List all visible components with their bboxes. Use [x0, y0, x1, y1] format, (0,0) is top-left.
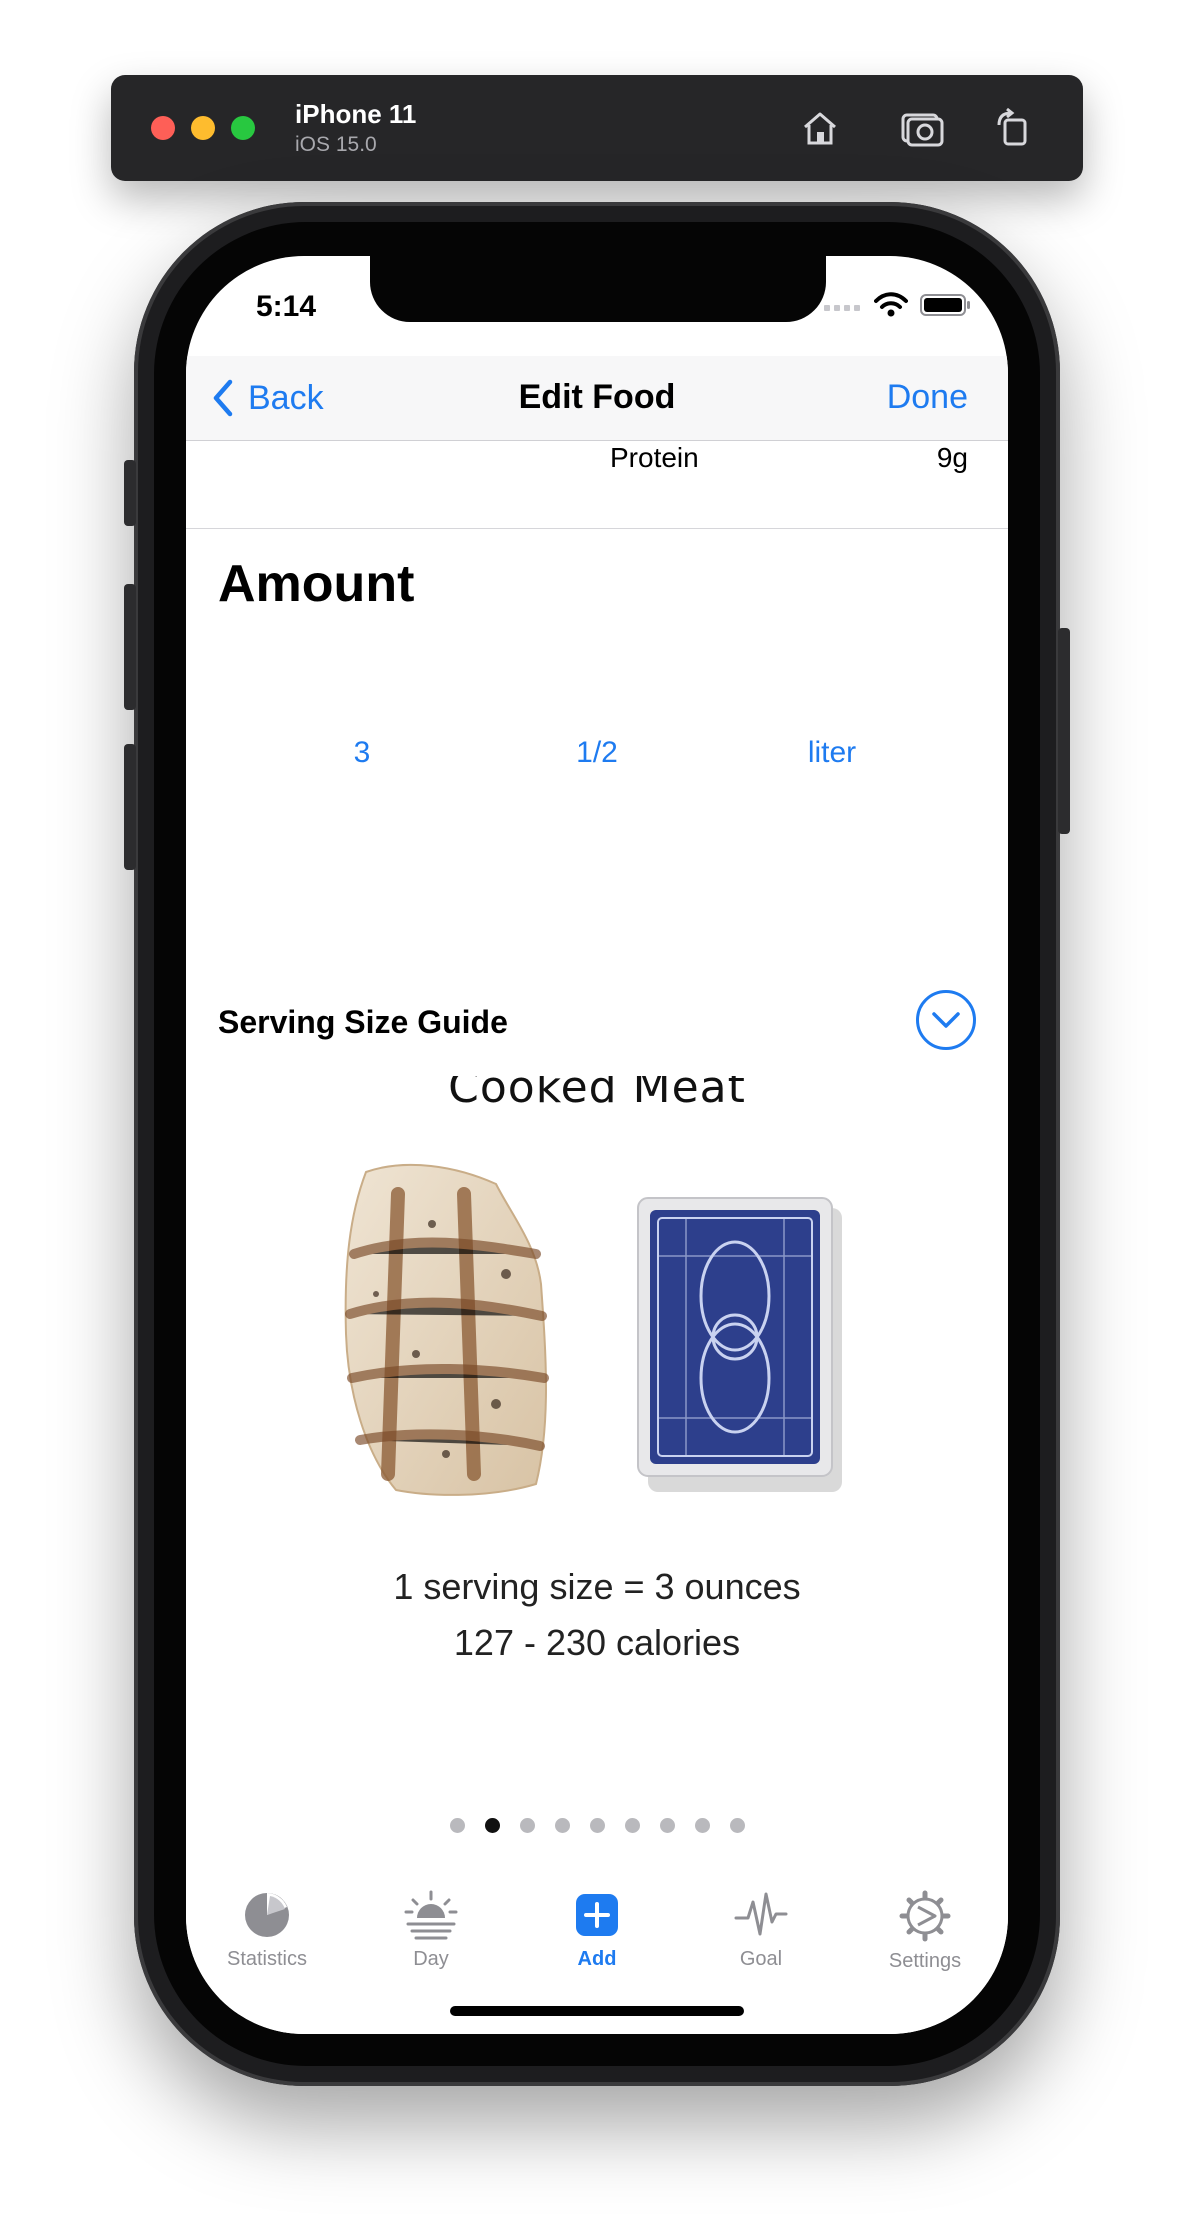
- plus-square-icon: [576, 1894, 618, 1936]
- tab-label: Settings: [888, 1950, 962, 1972]
- chevron-down-icon: [932, 1012, 960, 1028]
- home-icon: [804, 112, 836, 145]
- gear-icon: [899, 1890, 951, 1942]
- status-time: 5:14: [256, 290, 317, 323]
- serving-size-text: 1 serving size = 3 ounces: [393, 1566, 801, 1607]
- volume-up-button: [124, 584, 136, 710]
- volume-down-button: [124, 744, 136, 870]
- serving-guide-toggle[interactable]: [916, 990, 976, 1050]
- page-dot[interactable]: [449, 1818, 465, 1833]
- page-control[interactable]: [186, 1818, 1008, 1833]
- home-button[interactable]: [793, 101, 847, 155]
- screenshot-button[interactable]: [895, 101, 949, 155]
- page-dot[interactable]: [519, 1818, 535, 1833]
- playing-card-deck-image: [637, 1197, 842, 1492]
- rotate-button[interactable]: [987, 101, 1041, 155]
- amount-fraction-picker[interactable]: 1/2: [517, 736, 677, 770]
- tab-add[interactable]: Add: [522, 1890, 672, 1971]
- page-dot[interactable]: [729, 1818, 745, 1833]
- tab-settings[interactable]: Settings: [850, 1890, 1000, 1973]
- silent-switch: [124, 460, 136, 526]
- nutrition-row-protein: Protein 9g: [186, 440, 1008, 529]
- page-dot[interactable]: [554, 1818, 570, 1833]
- rotate-icon: [997, 107, 1027, 146]
- page-title: Edit Food: [518, 378, 676, 416]
- serving-guide-heading: Serving Size Guide: [218, 1004, 508, 1040]
- calorie-range-text: 127 - 230 calories: [453, 1622, 741, 1663]
- home-indicator: [450, 2006, 744, 2016]
- page-dot[interactable]: [624, 1818, 640, 1833]
- device-name: iPhone 11: [295, 99, 417, 129]
- pie-chart-icon: [245, 1893, 289, 1937]
- tab-goal[interactable]: Goal: [686, 1890, 836, 1971]
- app-screen: 5:14 Back Edit Food Done Protein 9g Amou…: [186, 256, 1008, 2034]
- page-dot-active[interactable]: [484, 1818, 500, 1833]
- amount-unit-picker[interactable]: liter: [752, 736, 912, 770]
- serving-guide-card[interactable]: Cooked Meat 1 serving size = 3 ounces 12…: [186, 1076, 1008, 1796]
- done-button[interactable]: Done: [887, 378, 968, 417]
- screenshot-icon: [901, 113, 944, 147]
- tab-statistics[interactable]: Statistics: [192, 1890, 342, 1971]
- power-button: [1058, 628, 1070, 834]
- page-dot[interactable]: [694, 1818, 710, 1833]
- amount-heading: Amount: [218, 555, 415, 613]
- wifi-icon: [874, 292, 908, 317]
- tab-label: Day: [413, 1948, 449, 1970]
- close-window-button[interactable]: [151, 116, 175, 140]
- zoom-window-button[interactable]: [231, 116, 255, 140]
- os-version: iOS 15.0: [295, 133, 377, 156]
- card-title: Cooked Meat: [448, 1076, 746, 1113]
- notch: [370, 256, 826, 322]
- sunrise-icon: [404, 1890, 458, 1940]
- heartbeat-icon: [734, 1892, 788, 1936]
- cellular-signal-icon: [824, 305, 860, 311]
- amount-whole-picker[interactable]: 3: [282, 736, 442, 770]
- simulator-title-bar: iPhone 11 iOS 15.0: [111, 75, 1083, 181]
- page-dot[interactable]: [659, 1818, 675, 1833]
- cooked-meat-image: [344, 1163, 549, 1496]
- tab-label: Goal: [739, 1948, 783, 1970]
- page-dot[interactable]: [589, 1818, 605, 1833]
- minimize-window-button[interactable]: [191, 116, 215, 140]
- status-icons: [824, 292, 972, 318]
- nutrient-label: Protein: [610, 442, 699, 473]
- tab-day[interactable]: Day: [356, 1890, 506, 1971]
- tab-label: Add: [577, 1948, 617, 1970]
- battery-icon: [920, 294, 970, 316]
- navigation-bar: Back Edit Food Done: [186, 356, 1008, 441]
- tab-label: Statistics: [226, 1948, 308, 1970]
- nutrient-value: 9g: [936, 442, 968, 473]
